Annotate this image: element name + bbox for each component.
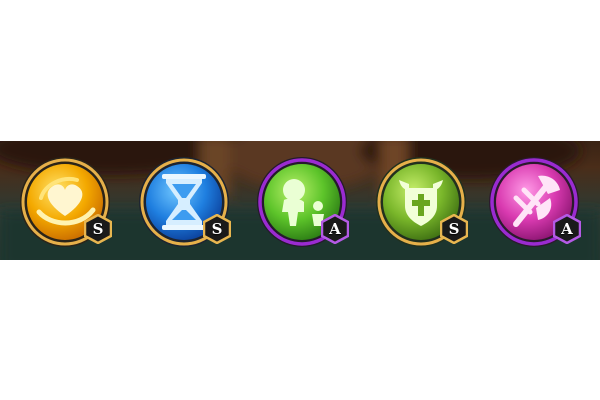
rank-label-3: A	[329, 220, 341, 238]
rank-badge-3: A	[321, 214, 349, 244]
rank-label-2: S	[211, 220, 223, 238]
skill-slot-2[interactable]: S	[136, 154, 232, 250]
rank-badge-4: S	[440, 214, 468, 244]
skill-slot-3[interactable]: A	[254, 154, 350, 250]
skill-slot-1[interactable]: S	[17, 154, 113, 250]
rank-label-1: S	[92, 220, 104, 238]
rank-badge-1: S	[84, 214, 112, 244]
rank-badge-5: A	[553, 214, 581, 244]
rank-label-4: S	[448, 220, 460, 238]
skill-slot-4[interactable]: S	[373, 154, 469, 250]
rank-badge-2: S	[203, 214, 231, 244]
rank-label-5: A	[561, 220, 573, 238]
skill-bar: S S A S A	[0, 141, 600, 260]
skill-slot-5[interactable]: A	[486, 154, 582, 250]
page: S S A S A	[0, 0, 600, 400]
